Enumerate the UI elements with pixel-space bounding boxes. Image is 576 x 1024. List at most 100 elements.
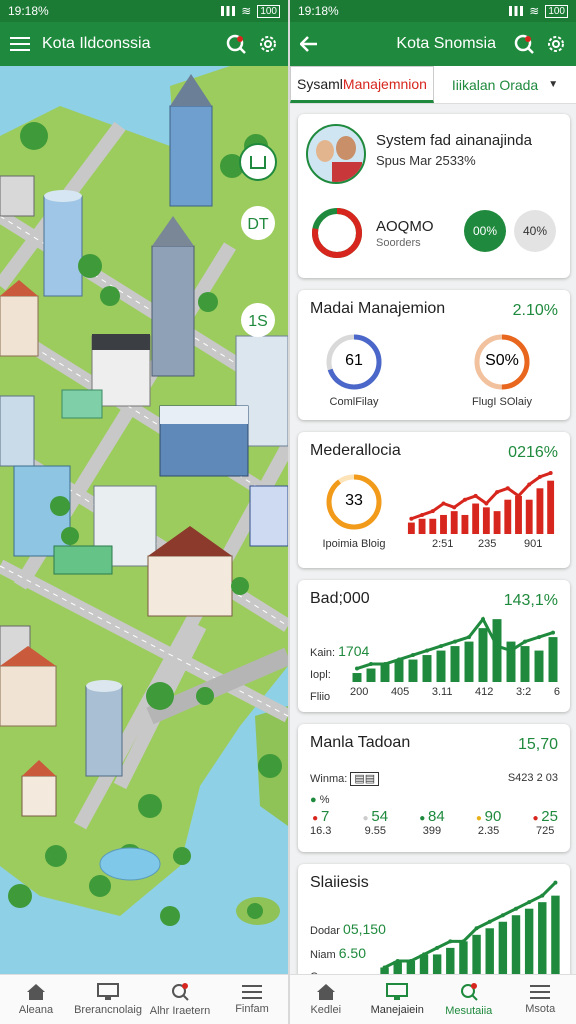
search-icon[interactable] (514, 34, 534, 54)
ring-3-value: 33 (345, 492, 363, 509)
tab-iiikalan-orada[interactable]: Iiikalan Orada ▼ (434, 66, 576, 103)
chart-bar (380, 664, 390, 682)
battery-level: 100 (545, 4, 568, 18)
stat-item: ● 90 2.35 (476, 808, 502, 837)
chart-point (425, 648, 429, 653)
search-icon[interactable] (226, 34, 246, 54)
status-time: 19:18% (298, 4, 339, 18)
nav-search[interactable]: Alhr Iraetern (144, 975, 216, 1024)
menu-icon (530, 985, 551, 999)
x-label: 412 (475, 686, 494, 698)
map-badge-dt-label: DT (247, 216, 269, 233)
settings-icon[interactable] (258, 34, 278, 54)
chart-point (397, 657, 401, 662)
stat-value: ● 25 (532, 808, 558, 825)
system-subtitle: Spus Mar 2533% (376, 153, 476, 168)
chart-point (408, 958, 413, 963)
search-alert-icon (460, 983, 478, 1001)
stat-sub: 9.55 (364, 825, 387, 837)
chart-point (395, 958, 400, 963)
chart-bar (478, 628, 488, 682)
nav-menu[interactable]: Finfam (216, 975, 288, 1024)
nav-monitor[interactable]: Brerancnolaig (72, 975, 144, 1024)
nav-search[interactable]: Mesutaiia (433, 975, 505, 1024)
card-bad[interactable]: Bad;000 143,1% Kain: 1704 Iopl: Fliio 20… (298, 580, 570, 712)
back-arrow-icon[interactable] (300, 36, 318, 52)
chart-point (452, 505, 457, 510)
chart-bar (498, 921, 508, 974)
pill-grey[interactable]: 40% (514, 210, 556, 252)
chart-point (514, 906, 518, 911)
stat-sub: 399 (422, 825, 442, 837)
dropdown-icon[interactable]: ▼ (548, 79, 558, 90)
tab-bar: Sysaml Manajemnion Iiikalan Orada ▼ (290, 66, 576, 104)
stat-item: ● 25 725 (532, 808, 558, 837)
card-mederallocia[interactable]: Mederallocia 0216% 33 Ipoimia Bloig 2:51… (298, 432, 570, 568)
chart-bar (461, 514, 469, 534)
left-screen: 19:18% ≋ 100 Kota Ildconssia DT 1S Alean… (0, 0, 288, 1024)
stat-dot: ● (419, 813, 429, 824)
chart-point (448, 939, 453, 944)
nav-home[interactable]: Kedlei (290, 975, 362, 1024)
chart-point (527, 900, 532, 905)
chart-point (383, 662, 387, 667)
settings-icon[interactable] (546, 34, 566, 54)
home-icon (316, 984, 335, 1000)
card-value: 2.10% (512, 302, 558, 319)
stat-value: ● 90 (475, 808, 502, 825)
card-value: 0216% (508, 444, 558, 461)
chart-bar (352, 673, 362, 682)
chart-bar (459, 941, 468, 974)
chart-bar (394, 659, 404, 682)
chart-bar (525, 499, 533, 534)
app-bar: Kota Snomsia (290, 22, 576, 66)
card-system[interactable]: System fad ainanajinda Spus Mar 2533% AO… (298, 114, 570, 278)
card-madai[interactable]: Madai Manajemion 2.10% 61 ComlFilay S0% … (298, 290, 570, 420)
chart-bar (408, 659, 418, 682)
chart-bar (511, 915, 521, 974)
city-map[interactable]: DT 1S (0, 66, 288, 974)
search-alert-icon (172, 983, 189, 1001)
chart-bar (536, 488, 544, 534)
chart-bar (520, 646, 530, 682)
stat-sub: 16.3 (310, 825, 332, 837)
chart-point (495, 644, 499, 649)
card-manla[interactable]: Manla Tadoan 15,70 Winma: ▤▤ S423 2 03 ●… (298, 724, 570, 852)
card-slaiiesis[interactable]: Slaiiesis Dodar 05,150 Niam 6.50 Cora (298, 864, 570, 984)
chart-bar (472, 934, 481, 974)
chart-bar (436, 650, 446, 682)
app-bar: Kota Ildconssia (0, 22, 288, 66)
chart-point (430, 509, 435, 514)
x-label: 6 (553, 686, 560, 698)
nav-menu[interactable]: Msota (505, 975, 576, 1024)
x-label: 405 (390, 686, 410, 698)
chart-bar (422, 655, 432, 682)
chart-point (505, 486, 510, 491)
app-title: Kota Snomsia (396, 35, 496, 52)
sub-value: S423 2 03 (507, 772, 558, 784)
chart-bar (493, 511, 501, 534)
menu-icon[interactable] (10, 36, 30, 52)
card-value: 15,70 (517, 736, 558, 753)
chart-bar (432, 954, 442, 974)
map-marker-badge[interactable] (239, 143, 277, 181)
nav-home[interactable]: Aleana (0, 975, 72, 1024)
tab-system-management[interactable]: Sysaml Manajemnion (290, 66, 434, 103)
chart-bar (548, 637, 558, 682)
chart-bar (464, 641, 474, 682)
pill-green[interactable]: 00% (464, 210, 506, 252)
bottom-nav: Aleana Brerancnolaig Alhr Iraetern Finfa… (0, 974, 288, 1024)
x-label: 235 (478, 538, 497, 550)
nav-monitor[interactable]: Manejaiein (362, 975, 434, 1024)
chart-point (473, 493, 478, 498)
chart-mederallocia (407, 471, 555, 534)
stat-item: ● 54 9.55 (363, 808, 389, 837)
stat-sub: 2.35 (477, 825, 500, 837)
chart-point (527, 482, 532, 487)
map-badge-1s-label: 1S (248, 313, 268, 330)
ring-2-value: S0% (485, 352, 519, 369)
bottom-nav: Kedlei Manejaiein Mesutaiia Msota (290, 974, 576, 1024)
chart-point (537, 635, 541, 640)
ring-2-label: FlugI SOlaiy (472, 396, 532, 408)
chart-bar (446, 947, 455, 974)
